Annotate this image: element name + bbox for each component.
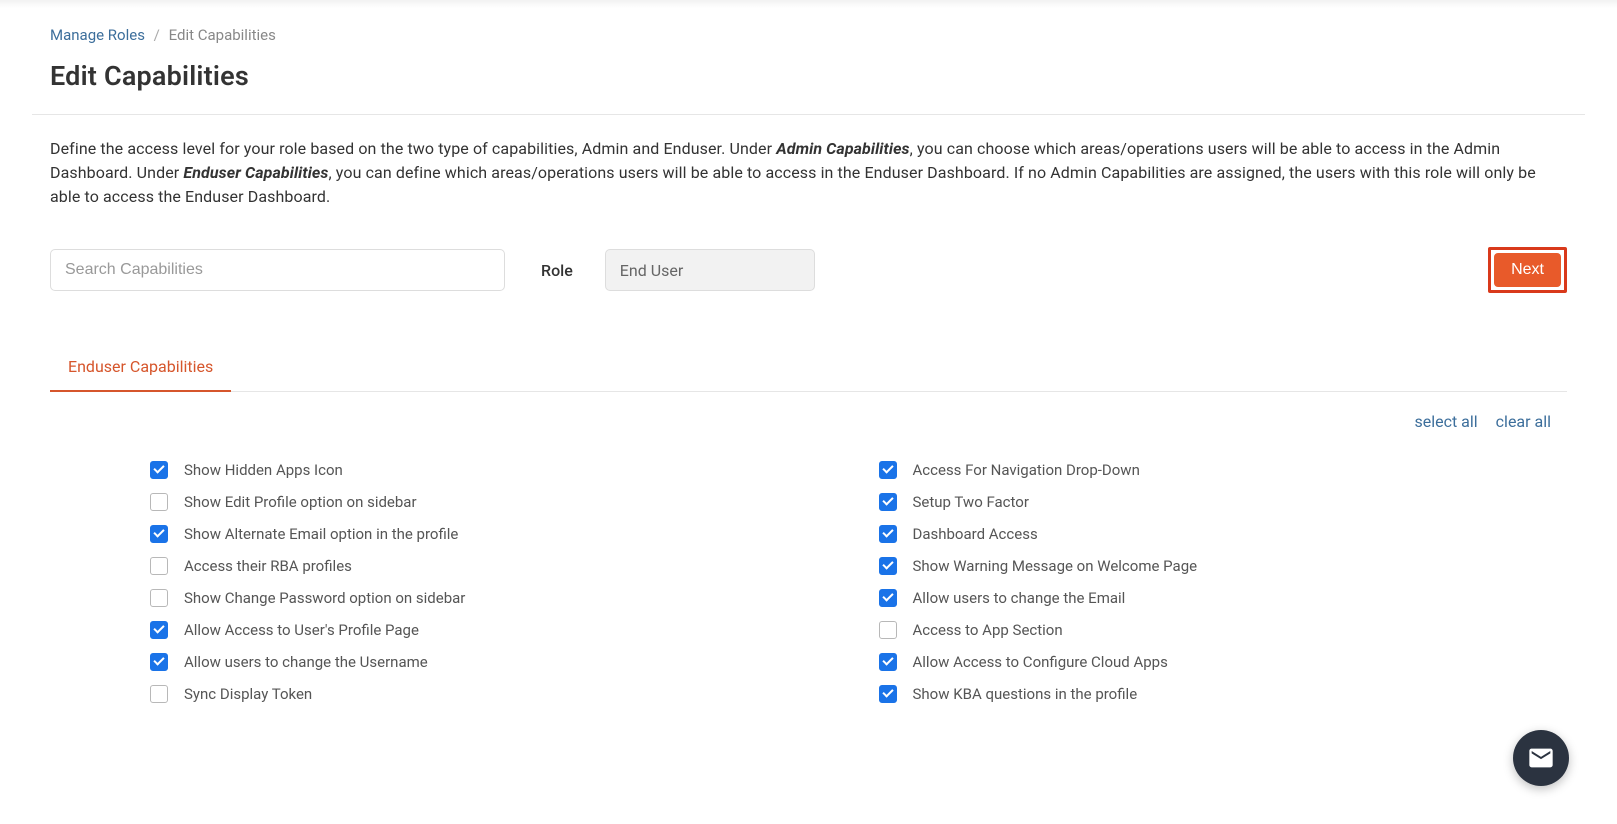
next-button[interactable]: Next <box>1494 253 1561 287</box>
capability-label: Sync Display Token <box>184 685 312 703</box>
capability-checkbox[interactable] <box>879 461 897 479</box>
tab-enduser-capabilities[interactable]: Enduser Capabilities <box>50 343 231 392</box>
capability-row: Setup Two Factor <box>879 493 1568 511</box>
capability-row: Allow Access to User's Profile Page <box>150 621 839 639</box>
next-button-highlight: Next <box>1488 247 1567 293</box>
tab-actions: select all clear all <box>20 392 1597 431</box>
capability-checkbox[interactable] <box>150 525 168 543</box>
capability-checkbox[interactable] <box>879 525 897 543</box>
search-input[interactable] <box>50 249 505 291</box>
capability-label: Allow users to change the Username <box>184 653 428 671</box>
capability-checkbox[interactable] <box>879 557 897 575</box>
chat-button[interactable] <box>1513 730 1569 786</box>
clear-all-link[interactable]: clear all <box>1496 412 1551 431</box>
capability-row: Access their RBA profiles <box>150 557 839 575</box>
page-title: Edit Capabilities <box>20 60 1597 114</box>
capability-row: Allow users to change the Username <box>150 653 839 671</box>
capability-label: Setup Two Factor <box>913 493 1029 511</box>
breadcrumb-current: Edit Capabilities <box>169 26 276 44</box>
capability-label: Show Change Password option on sidebar <box>184 589 465 607</box>
capability-row: Show Change Password option on sidebar <box>150 589 839 607</box>
capabilities-left-column: Show Hidden Apps Icon Show Edit Profile o… <box>150 461 839 703</box>
tabs: Enduser Capabilities <box>50 343 1567 392</box>
breadcrumb-root-link[interactable]: Manage Roles <box>50 26 145 44</box>
capability-checkbox[interactable] <box>150 653 168 671</box>
capability-checkbox[interactable] <box>150 461 168 479</box>
capability-label: Access For Navigation Drop-Down <box>913 461 1140 479</box>
capability-label: Access their RBA profiles <box>184 557 352 575</box>
capability-label: Allow Access to Configure Cloud Apps <box>913 653 1168 671</box>
description-text: Define the access level for your role ba… <box>20 115 1597 209</box>
capability-row: Dashboard Access <box>879 525 1568 543</box>
capability-label: Allow users to change the Email <box>913 589 1126 607</box>
capability-checkbox[interactable] <box>879 621 897 639</box>
capability-label: Show KBA questions in the profile <box>913 685 1138 703</box>
capability-label: Show Alternate Email option in the profi… <box>184 525 458 543</box>
capability-checkbox[interactable] <box>879 685 897 703</box>
capability-row: Allow users to change the Email <box>879 589 1568 607</box>
capability-row: Show Edit Profile option on sidebar <box>150 493 839 511</box>
capability-row: Show KBA questions in the profile <box>879 685 1568 703</box>
capability-row: Show Alternate Email option in the profi… <box>150 525 839 543</box>
capability-checkbox[interactable] <box>879 589 897 607</box>
capability-checkbox[interactable] <box>150 493 168 511</box>
capability-label: Show Edit Profile option on sidebar <box>184 493 417 511</box>
capability-row: Show Hidden Apps Icon <box>150 461 839 479</box>
capability-row: Sync Display Token <box>150 685 839 703</box>
capability-checkbox[interactable] <box>150 557 168 575</box>
role-field: End User <box>605 249 815 291</box>
mail-icon <box>1527 744 1555 772</box>
capability-row: Show Warning Message on Welcome Page <box>879 557 1568 575</box>
breadcrumb-separator: / <box>154 26 160 44</box>
capability-label: Dashboard Access <box>913 525 1038 543</box>
capability-label: Allow Access to User's Profile Page <box>184 621 419 639</box>
capability-label: Show Warning Message on Welcome Page <box>913 557 1198 575</box>
select-all-link[interactable]: select all <box>1414 412 1477 431</box>
capabilities-right-column: Access For Navigation Drop-Down Setup Two… <box>879 461 1568 703</box>
capability-checkbox[interactable] <box>879 653 897 671</box>
breadcrumb: Manage Roles / Edit Capabilities <box>20 8 1597 60</box>
capability-row: Allow Access to Configure Cloud Apps <box>879 653 1568 671</box>
capability-checkbox[interactable] <box>150 621 168 639</box>
capability-checkbox[interactable] <box>879 493 897 511</box>
capability-row: Access to App Section <box>879 621 1568 639</box>
capability-checkbox[interactable] <box>150 589 168 607</box>
capability-row: Access For Navigation Drop-Down <box>879 461 1568 479</box>
role-label: Role <box>541 261 573 280</box>
capabilities-grid: Show Hidden Apps Icon Show Edit Profile o… <box>20 431 1597 703</box>
capability-label: Show Hidden Apps Icon <box>184 461 343 479</box>
controls-row: Role End User Next <box>20 209 1597 293</box>
capability-label: Access to App Section <box>913 621 1063 639</box>
capability-checkbox[interactable] <box>150 685 168 703</box>
